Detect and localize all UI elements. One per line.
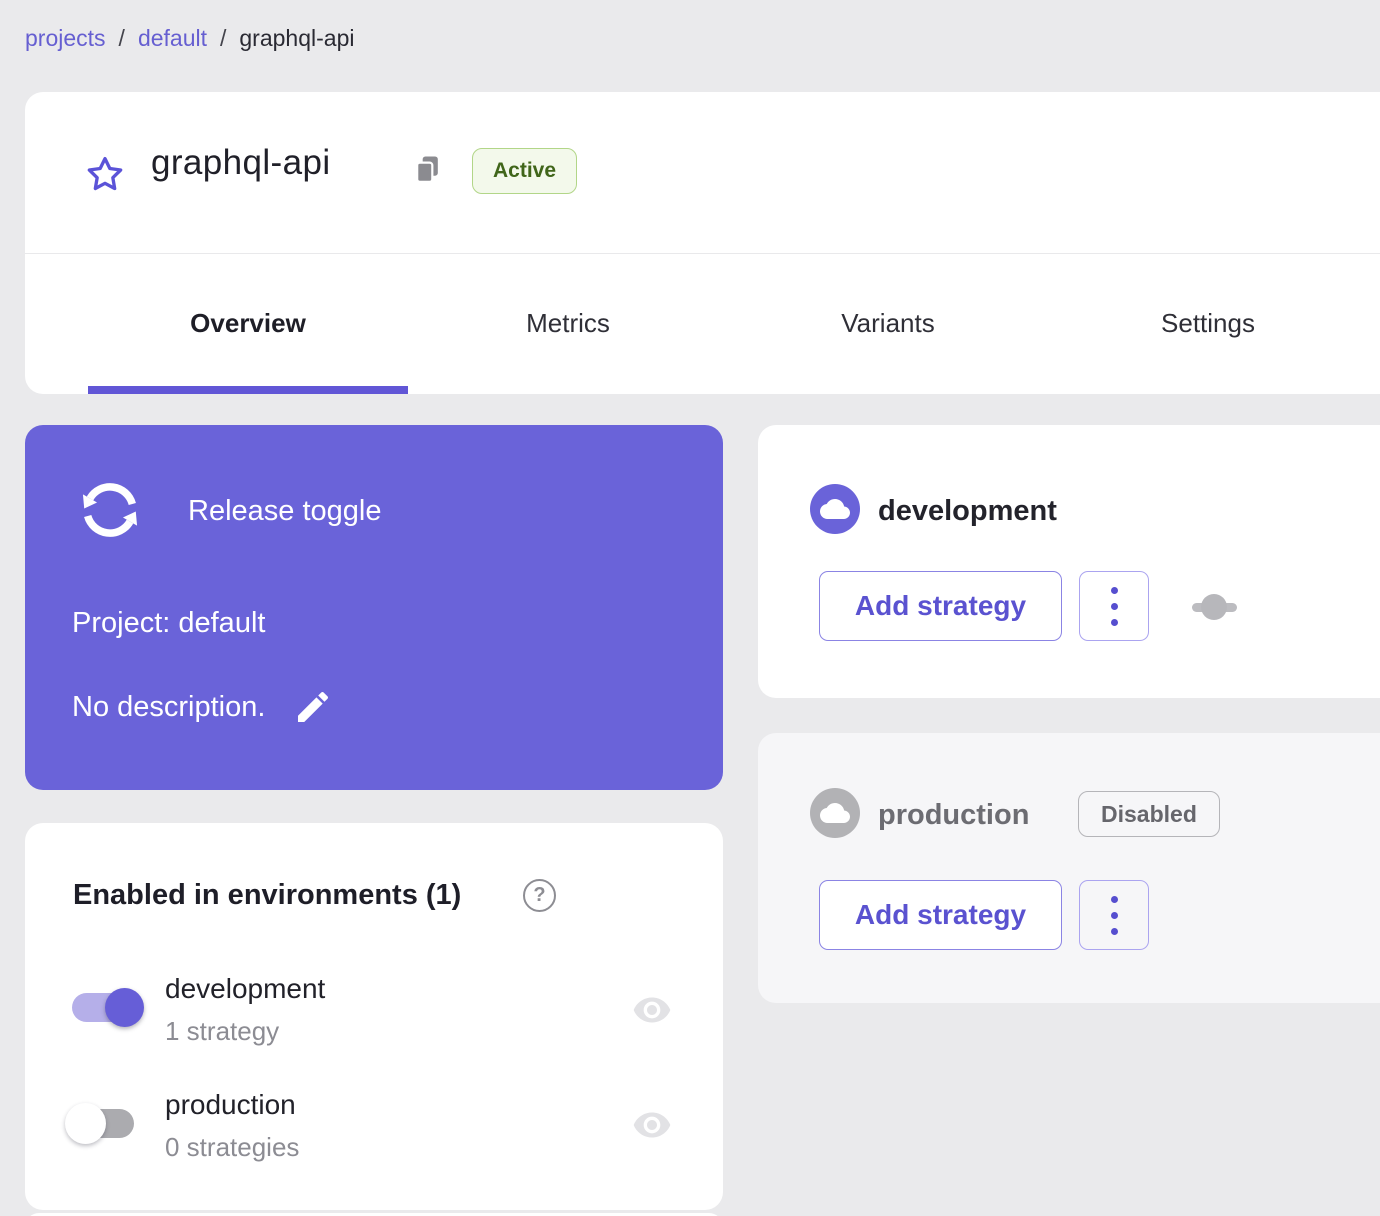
more-actions-button[interactable] xyxy=(1079,571,1149,641)
environment-avatar xyxy=(810,788,860,838)
kebab-menu-icon xyxy=(1110,586,1118,594)
cloud-icon xyxy=(820,803,850,823)
pencil-icon xyxy=(298,691,329,722)
feature-type-card: Release toggle Project: default No descr… xyxy=(25,425,723,790)
tab-metrics[interactable]: Metrics xyxy=(408,253,728,394)
project-label: Project: default xyxy=(72,607,266,639)
environment-row-label: production xyxy=(165,1089,296,1120)
active-tab-indicator xyxy=(88,386,408,394)
environment-card-development: development Add strategy xyxy=(758,425,1380,698)
star-icon xyxy=(87,156,123,191)
favorite-star-button[interactable] xyxy=(85,154,125,194)
strategy-count: 0 strategies xyxy=(165,1132,300,1162)
environment-toggle-production[interactable] xyxy=(65,1103,134,1144)
breadcrumb-separator: / xyxy=(220,25,227,51)
feature-tabs: Overview Metrics Variants Settings xyxy=(25,253,1380,394)
breadcrumb-separator: / xyxy=(118,25,125,51)
kebab-menu-icon xyxy=(1110,911,1118,919)
tab-settings[interactable]: Settings xyxy=(1048,253,1368,394)
toggle-knob xyxy=(65,1103,106,1144)
breadcrumb-link-default[interactable]: default xyxy=(138,25,207,52)
page-title: graphql-api xyxy=(151,143,331,182)
tab-variants[interactable]: Variants xyxy=(728,253,1048,394)
help-button[interactable]: ? xyxy=(523,879,556,912)
environment-name: production xyxy=(878,799,1030,831)
add-strategy-button[interactable]: Add strategy xyxy=(819,880,1062,950)
environment-avatar xyxy=(810,484,860,534)
more-actions-button[interactable] xyxy=(1079,880,1149,950)
question-icon: ? xyxy=(533,884,546,906)
status-badge: Active xyxy=(472,148,578,194)
enabled-environments-card: Enabled in environments (1) ? developmen… xyxy=(25,823,723,1210)
feature-header-card: graphql-api Active Overview Metrics Vari… xyxy=(25,92,1380,394)
feature-type-label: Release toggle xyxy=(188,495,382,527)
kebab-menu-icon xyxy=(1110,618,1118,626)
copy-icon xyxy=(416,156,438,183)
breadcrumb-current: graphql-api xyxy=(239,25,355,51)
disabled-badge: Disabled xyxy=(1078,791,1220,837)
feature-overview-page: projects / default / graphql-api graphql… xyxy=(0,0,1380,1216)
add-strategy-button[interactable]: Add strategy xyxy=(819,571,1062,641)
tab-overview[interactable]: Overview xyxy=(88,253,408,394)
description-row: No description. xyxy=(72,687,333,727)
environment-row-label: development xyxy=(165,973,326,1004)
edit-description-button[interactable] xyxy=(293,687,333,727)
environment-toggle-development[interactable] xyxy=(72,988,144,1027)
environment-card-production: production Disabled Add strategy xyxy=(758,733,1380,1003)
visibility-eye-button[interactable] xyxy=(628,1105,676,1145)
toggle-knob xyxy=(105,988,144,1027)
environment-toggle-mini[interactable] xyxy=(1192,594,1237,620)
kebab-menu-icon xyxy=(1110,927,1118,935)
kebab-menu-icon xyxy=(1110,602,1118,610)
eye-icon xyxy=(633,1112,671,1138)
toggle-knob xyxy=(1201,594,1227,620)
kebab-menu-icon xyxy=(1110,895,1118,903)
refresh-cycle-icon xyxy=(73,473,147,547)
eye-icon xyxy=(633,997,671,1023)
copy-name-button[interactable] xyxy=(411,153,444,186)
strategy-count: 1 strategy xyxy=(165,1016,280,1046)
panel-title: Enabled in environments (1) xyxy=(73,879,462,911)
environment-name: development xyxy=(878,495,1057,527)
description-text: No description. xyxy=(72,690,266,723)
visibility-eye-button[interactable] xyxy=(628,990,676,1030)
feature-title-row: graphql-api Active xyxy=(25,92,1380,254)
cloud-icon xyxy=(820,499,850,519)
breadcrumb-link-projects[interactable]: projects xyxy=(25,25,106,52)
breadcrumb: projects / default / graphql-api xyxy=(25,25,354,52)
